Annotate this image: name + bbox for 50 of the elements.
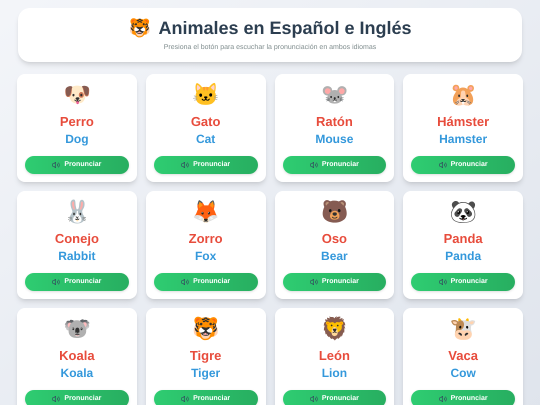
speaker-icon <box>52 395 60 403</box>
animal-icon: 🐻 <box>320 201 348 225</box>
english-word: Cat <box>196 132 216 148</box>
animal-icon: 🐰 <box>63 201 90 225</box>
english-word: Panda <box>445 249 482 264</box>
speaker-icon <box>181 395 190 403</box>
animal-icon: 🦊 <box>192 201 220 225</box>
speaker-icon <box>438 161 447 169</box>
page-title: Animales en Español e Inglés <box>158 16 412 39</box>
english-word: Lion <box>322 366 348 382</box>
spanish-word: Koala <box>59 348 95 364</box>
english-word: Rabbit <box>58 249 96 264</box>
speaker-icon <box>438 395 447 403</box>
animal-icon: 🐨 <box>63 318 90 342</box>
spanish-word: Gato <box>190 114 220 130</box>
speaker-icon <box>310 161 318 169</box>
speaker-icon <box>181 278 190 286</box>
animal-icon: 🐶 <box>63 84 90 108</box>
english-word: Dog <box>65 132 89 148</box>
spanish-word: León <box>318 348 350 364</box>
spanish-word: Oso <box>322 231 348 248</box>
spanish-word: Conejo <box>54 231 99 248</box>
animal-icon: 🐭 <box>320 84 348 108</box>
spanish-word: Tigre <box>190 348 222 364</box>
speaker-icon <box>438 278 447 286</box>
english-word: Fox <box>194 249 216 264</box>
speaker-icon <box>52 161 60 169</box>
spanish-word: Zorro <box>188 231 223 248</box>
english-word: Koala <box>60 366 94 382</box>
spanish-word: Ratón <box>316 114 353 130</box>
animal-icon: 🐯 <box>192 318 220 342</box>
animal-icon: 🐮 <box>450 318 477 342</box>
tiger-face-icon: 🐯 <box>128 18 150 37</box>
speaker-icon <box>52 278 60 286</box>
animal-icon: 🐱 <box>192 84 220 108</box>
speaker-icon <box>310 278 318 286</box>
animal-icon: 🐼 <box>450 201 477 225</box>
spanish-word: Perro <box>60 114 94 130</box>
spanish-word: Hámster <box>437 114 490 130</box>
spanish-word: Vaca <box>448 348 478 364</box>
english-word: Mouse <box>315 132 354 148</box>
animal-icon: 🐹 <box>450 84 477 108</box>
english-word: Bear <box>321 249 348 264</box>
english-word: Hamster <box>439 132 488 148</box>
speaker-icon <box>310 395 318 403</box>
english-word: Cow <box>450 366 476 382</box>
speaker-icon <box>181 161 190 169</box>
english-word: Tiger <box>191 366 220 382</box>
animal-icon: 🦁 <box>320 318 348 342</box>
spanish-word: Panda <box>444 231 483 248</box>
